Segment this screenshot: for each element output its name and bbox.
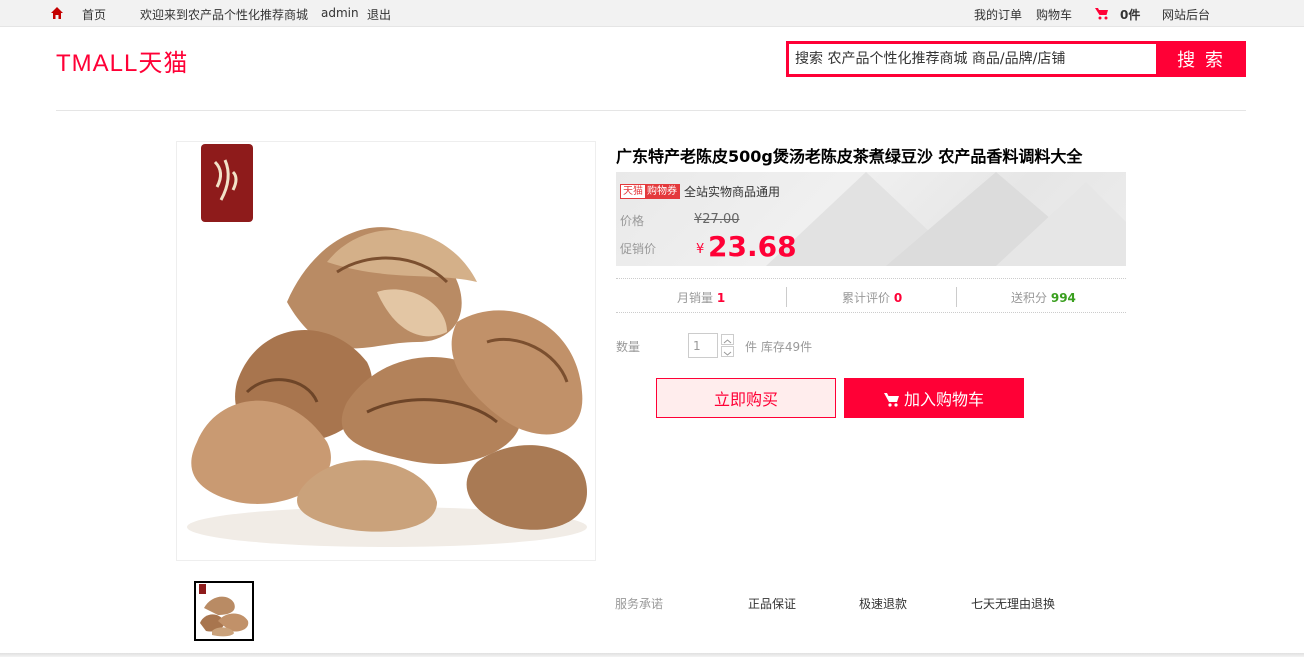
add-to-cart-button[interactable]: 加入购物车: [844, 378, 1024, 418]
search-button[interactable]: 搜 索: [1156, 41, 1246, 77]
welcome-text: 欢迎来到农产品个性化推荐商城: [140, 8, 309, 22]
quantity-increase-button[interactable]: [721, 334, 734, 345]
promo-price: 23.68: [708, 230, 797, 263]
sales-stats: 月销量 1 累计评价 0 送积分 994: [616, 278, 1126, 313]
quantity-decrease-button[interactable]: [721, 346, 734, 357]
logo-text: TMALL天猫: [56, 50, 188, 76]
service-genuine: 正品保证: [748, 597, 797, 611]
coupon-badge-right: 购物券: [645, 185, 679, 198]
service-fast-refund: 极速退款: [859, 597, 908, 611]
coupon-text: 全站实物商品通用: [684, 185, 781, 199]
add-to-cart-label: 加入购物车: [903, 390, 984, 409]
coupon-row: 天猫 购物券 全站实物商品通用: [620, 183, 780, 200]
dried-tangerine-peel-image: [177, 142, 595, 560]
home-icon[interactable]: [50, 6, 64, 20]
chevron-up-icon: [723, 339, 732, 344]
reward-points: 送积分 994: [1011, 289, 1076, 306]
product-main-image: [176, 141, 596, 561]
currency-symbol: ¥: [696, 242, 705, 257]
search-box: 搜 索: [786, 41, 1246, 77]
stat-divider: [956, 287, 957, 307]
top-bar: 首页 欢迎来到农产品个性化推荐商城 admin 退出 我的订单 购物车 0件 网…: [0, 0, 1304, 27]
cart-link[interactable]: 购物车: [1036, 6, 1072, 23]
reward-points-label: 送积分: [1011, 291, 1048, 305]
stat-divider: [786, 287, 787, 307]
monthly-sales-value: 1: [716, 291, 726, 305]
review-count-value: 0: [893, 291, 903, 305]
stock-info: 件 库存49件: [745, 340, 813, 354]
price-label: 价格: [620, 214, 645, 228]
product-title: 广东特产老陈皮500g煲汤老陈皮茶煮绿豆沙 农产品香料调料大全: [616, 147, 1083, 166]
cart-icon: [883, 393, 899, 407]
quantity-input[interactable]: [688, 333, 718, 358]
product-thumbnail[interactable]: [194, 581, 254, 641]
bottom-edge: [0, 653, 1304, 657]
monthly-sales-label: 月销量: [677, 291, 714, 305]
original-price: ¥27.00: [694, 212, 740, 227]
coupon-badge-left: 天猫: [621, 185, 645, 198]
logout-link[interactable]: 退出: [367, 6, 391, 23]
reward-points-value: 994: [1050, 291, 1076, 305]
home-link[interactable]: 首页: [82, 6, 106, 23]
admin-backend-link[interactable]: 网站后台: [1162, 6, 1210, 23]
my-orders-link[interactable]: 我的订单: [974, 6, 1022, 23]
username-link[interactable]: admin: [321, 6, 359, 20]
buy-now-button[interactable]: 立即购买: [656, 378, 836, 418]
service-seven-day-return: 七天无理由退换: [971, 597, 1056, 611]
header-divider: [56, 110, 1246, 111]
cart-count[interactable]: 0件: [1120, 6, 1140, 23]
monthly-sales: 月销量 1: [677, 289, 725, 306]
tmall-coupon-badge: 天猫 购物券: [620, 184, 680, 199]
review-count: 累计评价 0: [842, 289, 902, 306]
thumbnail-image: [196, 583, 252, 639]
quantity-label: 数量: [616, 340, 641, 354]
tmall-logo[interactable]: TMALL天猫: [56, 48, 196, 76]
review-count-label: 累计评价: [842, 291, 891, 305]
service-label: 服务承诺: [615, 597, 664, 611]
chevron-down-icon: [723, 351, 732, 356]
cart-icon[interactable]: [1095, 7, 1109, 20]
search-input[interactable]: [789, 44, 1157, 74]
promo-price-label: 促销价: [620, 242, 657, 256]
price-panel: 天猫 购物券 全站实物商品通用 价格 ¥27.00 促销价 ¥ 23.68: [616, 172, 1126, 266]
